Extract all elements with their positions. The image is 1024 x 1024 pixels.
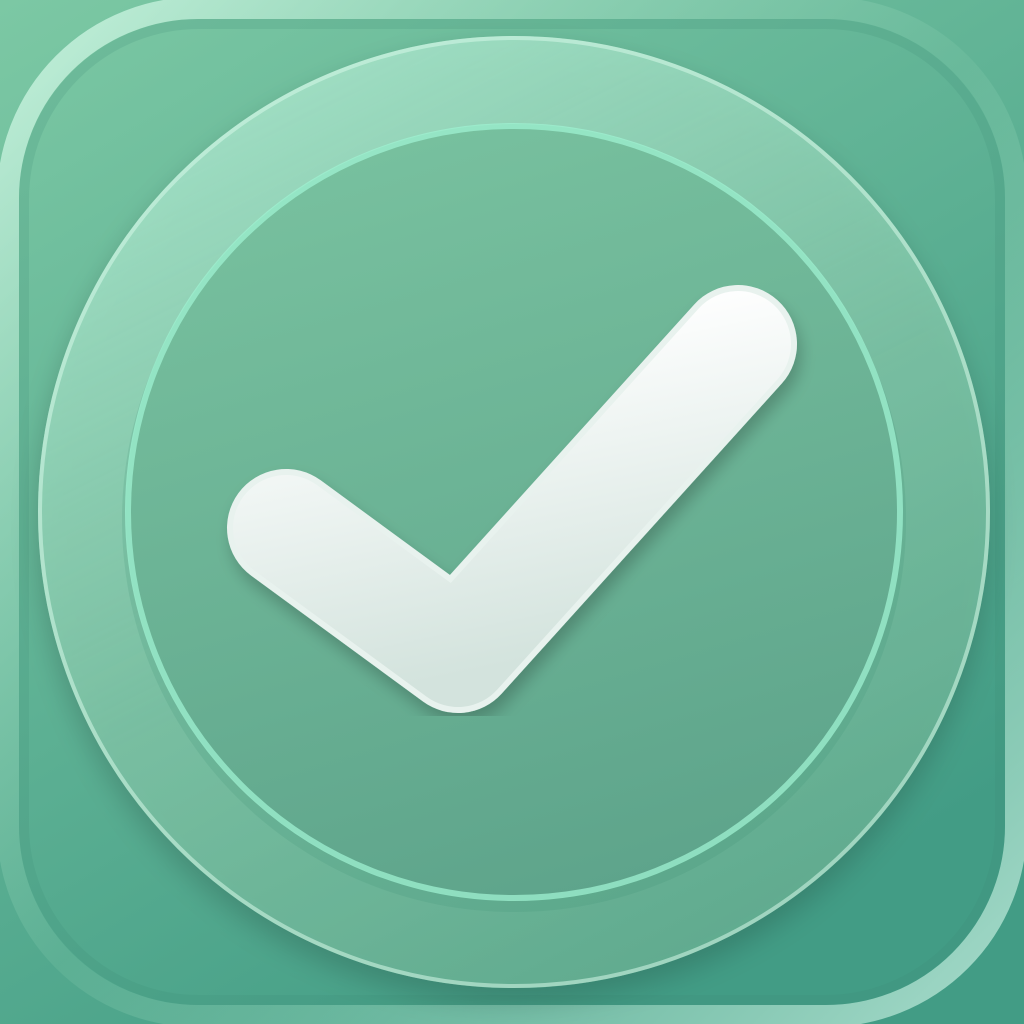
app-icon[interactable] xyxy=(0,0,1024,1024)
